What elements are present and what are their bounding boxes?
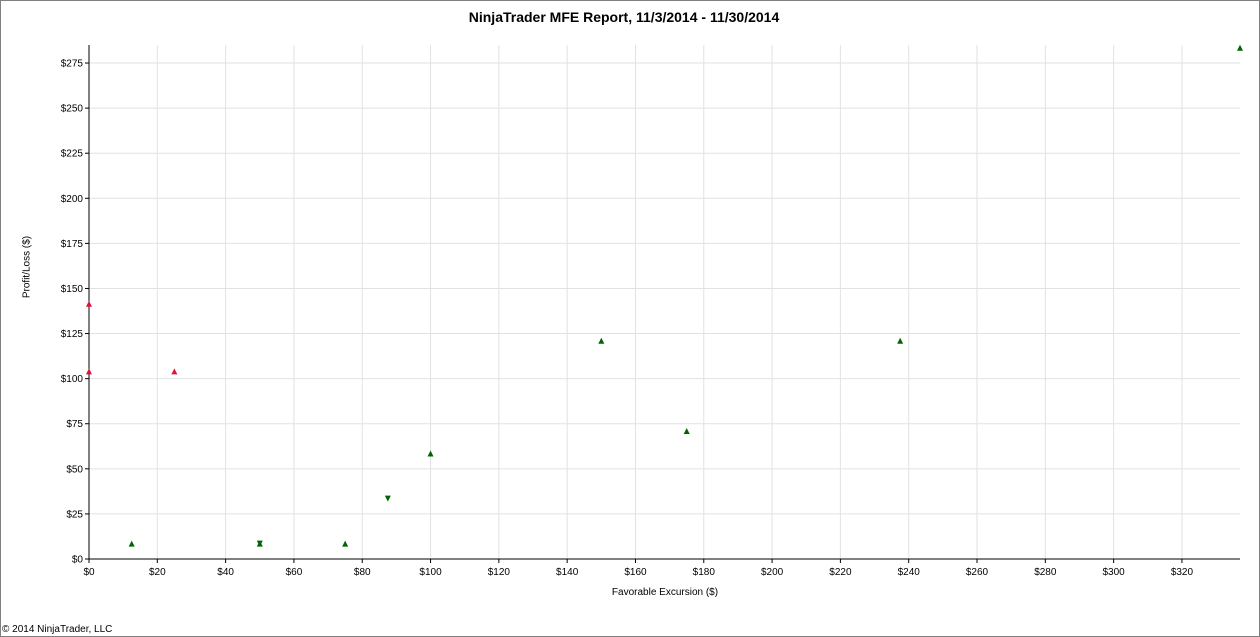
x-tick-label: $260: [966, 567, 989, 578]
x-tick-label: $40: [217, 567, 234, 578]
x-tick-label: $220: [829, 567, 852, 578]
x-tick-label: $140: [556, 567, 579, 578]
y-tick-label: $200: [61, 194, 84, 205]
y-tick-label: $275: [61, 59, 84, 70]
y-tick-label: $25: [66, 509, 83, 520]
data-point-up: [1237, 44, 1243, 51]
x-tick-label: $100: [419, 567, 442, 578]
x-tick-label: $320: [1171, 567, 1194, 578]
data-point-up: [86, 300, 92, 307]
y-tick-label: $125: [61, 329, 84, 340]
scatter-plot: $0 $20 $40 $60 $80 $100 $120 $140 $160 $180 $200 $2…: [61, 44, 1243, 578]
data-point-up: [897, 337, 904, 344]
x-tick-label: $240: [898, 567, 921, 578]
data-point-up: [86, 368, 92, 375]
y-tick-label: $100: [61, 374, 84, 385]
data-point-up: [427, 450, 434, 457]
x-tick-label: $160: [624, 567, 647, 578]
y-tick-label: $250: [61, 104, 84, 115]
x-tick-label: $200: [761, 567, 784, 578]
x-tick-label: $280: [1034, 567, 1057, 578]
x-tick-label: $80: [354, 567, 371, 578]
x-tick-label: $120: [488, 567, 511, 578]
y-tick-label: $175: [61, 239, 84, 250]
data-point-up: [342, 540, 349, 547]
data-point-down: [384, 495, 391, 502]
x-tick-label: $180: [693, 567, 716, 578]
data-point-up: [128, 540, 135, 547]
x-tick-label: $20: [149, 567, 166, 578]
y-tick-label: $75: [66, 419, 83, 430]
y-tick-label: $225: [61, 149, 84, 160]
x-tick-label: $300: [1103, 567, 1126, 578]
data-point-up: [683, 427, 690, 434]
data-point-up: [171, 368, 178, 375]
y-tick-label: $150: [61, 284, 84, 295]
data-point-up: [598, 337, 605, 344]
x-tick-label: $60: [286, 567, 303, 578]
x-tick-label: $0: [83, 567, 95, 578]
y-tick-label: $50: [66, 464, 83, 475]
y-tick-label: $0: [72, 555, 84, 566]
